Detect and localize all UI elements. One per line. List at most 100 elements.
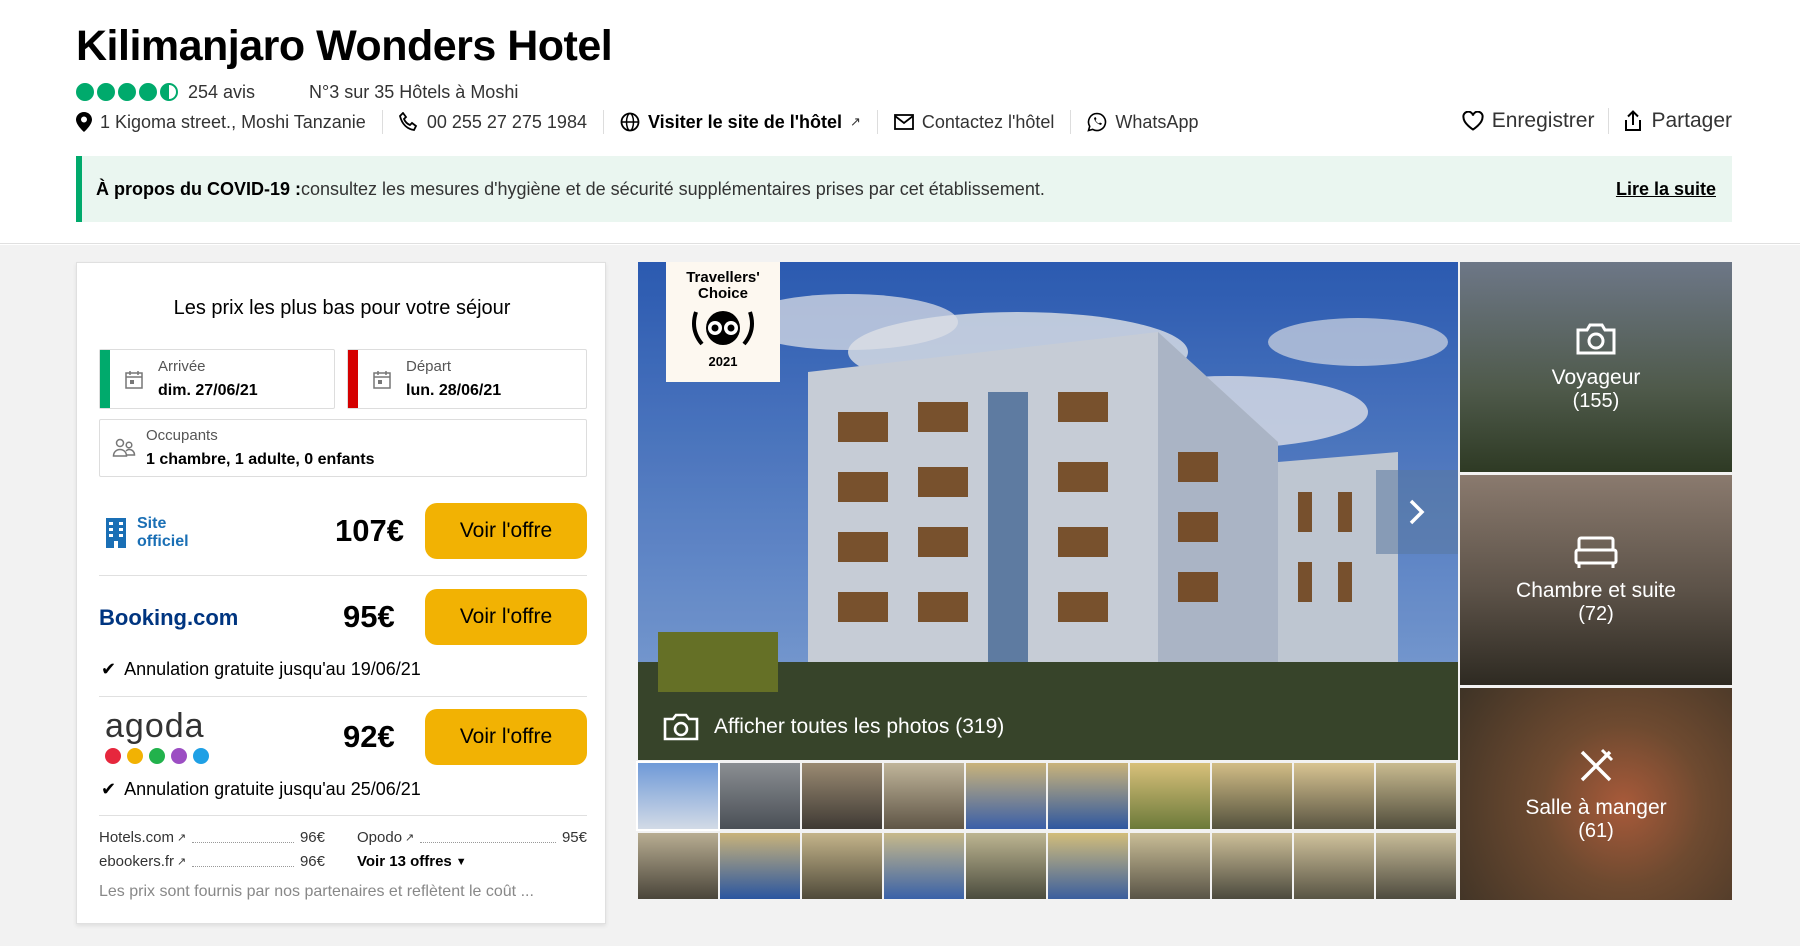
checkin-label: Arrivée (158, 358, 206, 375)
photo-thumbnail[interactable] (966, 763, 1046, 829)
mail-icon (894, 114, 914, 130)
website-text: Visiter le site de l'hôtel (647, 111, 842, 132)
camera-icon (1576, 323, 1616, 354)
category-count: (155) (1572, 389, 1620, 412)
calendar-icon (373, 371, 391, 389)
rating-bubbles[interactable] (76, 83, 178, 101)
cancellation-text: Annulation gratuite jusqu'au 25/06/21 (124, 779, 421, 799)
booking-card: Les prix les plus bas pour votre séjour … (76, 262, 606, 924)
caret-down-icon: ▼ (455, 855, 467, 868)
view-offer-button[interactable]: Voir l'offre (425, 709, 587, 765)
main-photo[interactable]: Travellers' Choice 2021 Afficher toutes … (638, 262, 1458, 760)
contact-link[interactable]: Contactez l'hôtel (894, 112, 1054, 133)
photo-thumbnail[interactable] (802, 763, 882, 829)
category-label: Voyageur (1551, 365, 1641, 389)
agoda-logo-text: agoda (105, 707, 205, 745)
category-count: (61) (1578, 819, 1614, 842)
covid-prefix: À propos du COVID-19 : (96, 178, 302, 199)
photo-thumbnail[interactable] (1212, 763, 1292, 829)
photo-thumbnail[interactable] (638, 833, 718, 899)
photo-thumbnail[interactable] (1130, 833, 1210, 899)
photo-thumbnail[interactable] (636, 761, 720, 831)
offer-row-agoda: agoda 92€ Voir l'offre (99, 707, 587, 767)
whatsapp-link[interactable]: WhatsApp (1087, 112, 1198, 133)
category-label: Salle à manger (1525, 795, 1667, 819)
view-all-photos-link[interactable]: Afficher toutes les photos (319) (662, 712, 1004, 742)
checkout-label: Départ (406, 358, 452, 375)
covid-banner: À propos du COVID-19 : consultez les mes… (76, 156, 1732, 222)
covid-read-more-link[interactable]: Lire la suite (1616, 179, 1716, 200)
chevron-right-icon (1409, 499, 1425, 525)
share-button[interactable]: Partager (1623, 109, 1732, 133)
website-link[interactable]: Visiter le site de l'hôtel ↗ (620, 112, 861, 133)
checkmark-icon: ✔ (101, 779, 117, 799)
view-offer-button[interactable]: Voir l'offre (425, 589, 587, 645)
agoda-logo[interactable]: agoda (105, 707, 209, 764)
agoda-dots (105, 748, 209, 764)
people-icon (112, 438, 136, 457)
photo-thumbnail[interactable] (1376, 763, 1456, 829)
free-cancellation-note: ✔ Annulation gratuite jusqu'au 25/06/21 (101, 779, 421, 800)
ranking-link[interactable]: N°3 sur 35 Hôtels à Moshi (309, 82, 518, 103)
price-disclaimer: Les prix sont fournis par nos partenaire… (99, 883, 534, 900)
other-offer-row[interactable]: Hotels.com ↗ 96€ (99, 829, 325, 846)
photo-thumbnail[interactable] (1212, 833, 1292, 899)
official-site-label: Site officiel (137, 515, 189, 550)
provider-price: 96€ (299, 829, 325, 846)
photo-thumbnail[interactable] (1048, 833, 1128, 899)
address-text: 1 Kigoma street., Moshi Tanzanie (100, 111, 366, 132)
photo-thumbnail[interactable] (1048, 763, 1128, 829)
checkout-field[interactable]: Départ lun. 28/06/21 (347, 349, 587, 409)
more-offers-link[interactable]: Voir 13 offres ▼ (357, 853, 467, 870)
external-link-icon: ↗ (177, 856, 187, 868)
category-count: (72) (1578, 602, 1614, 625)
other-offer-row[interactable]: Opodo ↗ 95€ (357, 829, 587, 846)
info-row: 1 Kigoma street., Moshi Tanzanie 00 255 … (76, 110, 1198, 134)
photo-thumbnail[interactable] (1376, 833, 1456, 899)
rating-bubble-half (160, 83, 178, 101)
photo-thumbnail[interactable] (802, 833, 882, 899)
booking-logo[interactable]: Booking.com (99, 605, 238, 631)
official-site-logo[interactable]: Site officiel (105, 515, 197, 551)
photo-thumbnail[interactable] (1294, 763, 1374, 829)
checkout-color-bar (348, 350, 358, 408)
header-actions: Enregistrer Partager (1462, 108, 1732, 134)
other-offer-row[interactable]: ebookers.fr ↗ 96€ (99, 853, 325, 870)
checkin-value: dim. 27/06/21 (158, 382, 258, 399)
next-photo-button[interactable] (1376, 470, 1458, 554)
hotel-header: Kilimanjaro Wonders Hotel 254 avis N°3 s… (0, 0, 1800, 244)
reviews-link[interactable]: 254 avis (188, 82, 255, 103)
category-tile-rooms[interactable]: Chambre et suite (72) (1460, 475, 1732, 685)
share-icon (1625, 110, 1642, 131)
more-offers-text: Voir 13 offres (357, 853, 452, 870)
photo-thumbnail[interactable] (884, 833, 964, 899)
whatsapp-icon (1087, 112, 1107, 132)
whatsapp-text: WhatsApp (1115, 111, 1199, 132)
guests-field[interactable]: Occupants 1 chambre, 1 adulte, 0 enfants (99, 419, 587, 477)
guests-label: Occupants (146, 427, 218, 444)
category-tile-dining[interactable]: Salle à manger (61) (1460, 688, 1732, 900)
rating-row: 254 avis N°3 sur 35 Hôtels à Moshi (76, 80, 518, 104)
guests-value: 1 chambre, 1 adulte, 0 enfants (146, 451, 375, 468)
photo-thumbnails (636, 761, 1458, 900)
cancellation-text: Annulation gratuite jusqu'au 19/06/21 (124, 659, 421, 679)
checkout-value: lun. 28/06/21 (406, 382, 502, 399)
utensils-icon (1580, 748, 1614, 781)
photo-thumbnail[interactable] (1294, 833, 1374, 899)
travellers-choice-badge: Travellers' Choice 2021 (666, 262, 780, 382)
offer-row-booking: Booking.com 95€ Voir l'offre (99, 589, 587, 647)
photo-thumbnail[interactable] (720, 763, 800, 829)
checkin-field[interactable]: Arrivée dim. 27/06/21 (99, 349, 335, 409)
photo-thumbnail[interactable] (1130, 763, 1210, 829)
phone-link[interactable]: 00 255 27 275 1984 (398, 112, 587, 133)
checkmark-icon: ✔ (101, 659, 117, 679)
photo-thumbnail[interactable] (884, 763, 964, 829)
save-label: Enregistrer (1491, 109, 1595, 132)
photo-thumbnail[interactable] (720, 833, 800, 899)
address-link[interactable]: 1 Kigoma street., Moshi Tanzanie (76, 112, 366, 133)
share-label: Partager (1651, 109, 1732, 132)
category-tile-traveler[interactable]: Voyageur (155) (1460, 262, 1732, 472)
photo-thumbnail[interactable] (966, 833, 1046, 899)
save-button[interactable]: Enregistrer (1462, 109, 1595, 133)
view-offer-button[interactable]: Voir l'offre (425, 503, 587, 559)
